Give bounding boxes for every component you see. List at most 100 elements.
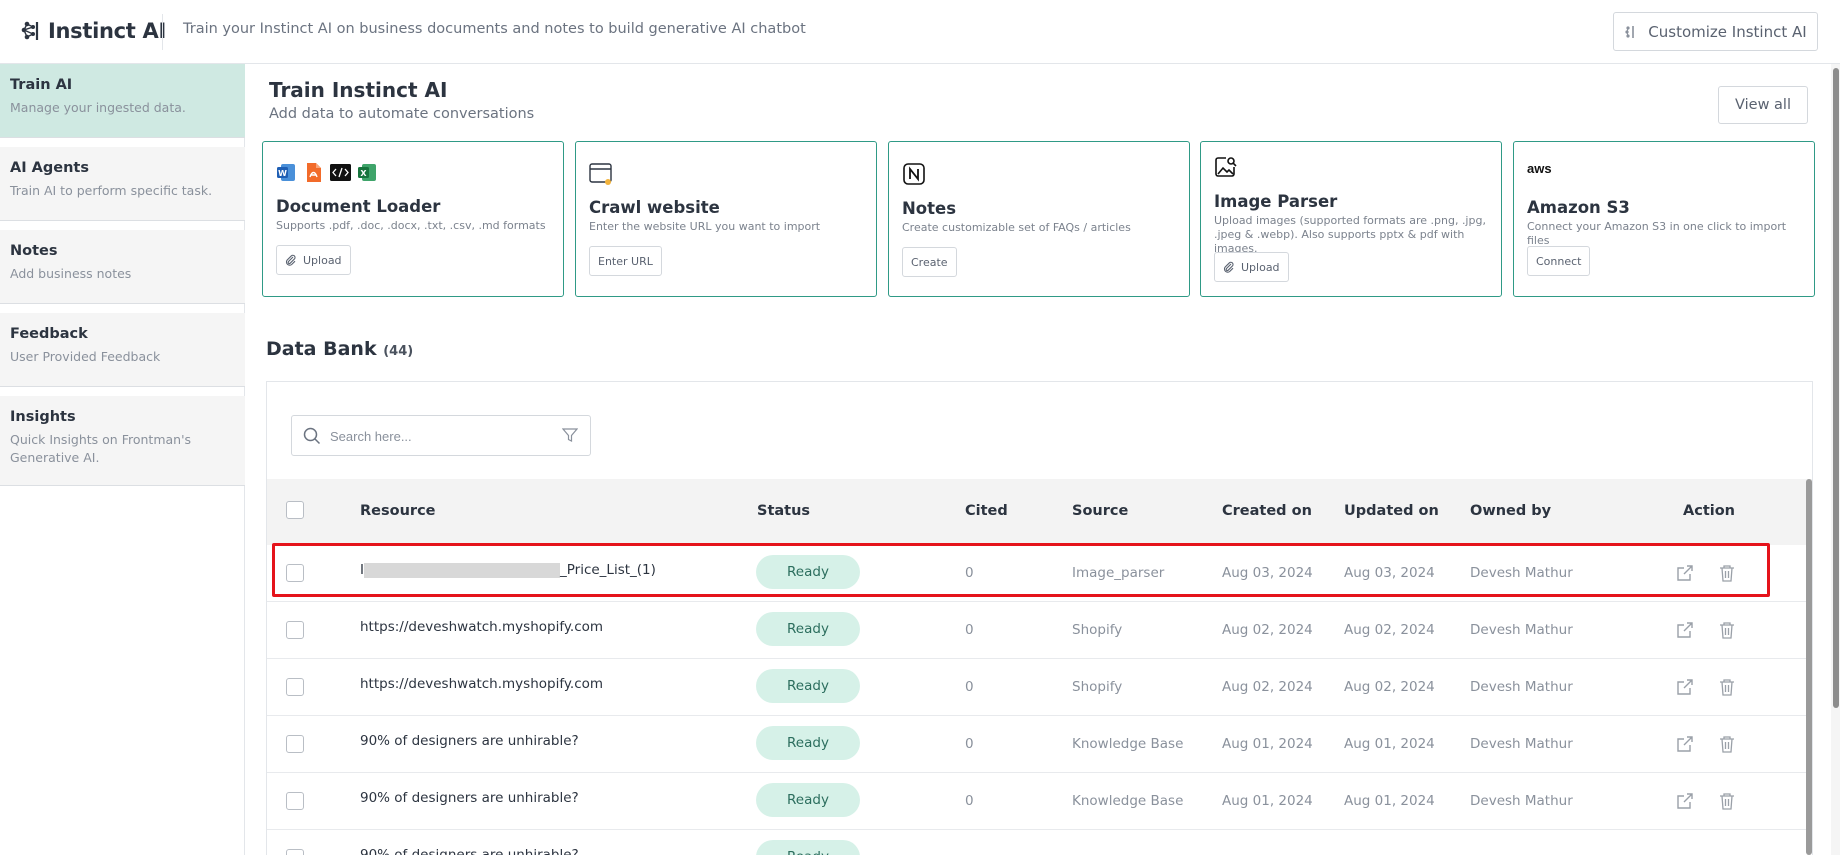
svg-text:W: W <box>278 169 287 178</box>
sidebar-item-title: Train AI <box>10 77 73 93</box>
paperclip-icon <box>285 254 296 266</box>
table-row[interactable]: I _Price_List_(1) Ready 0 Image_parser Au… <box>267 545 1812 602</box>
col-header-created[interactable]: Created on <box>1222 503 1312 519</box>
open-external-icon[interactable] <box>1676 678 1694 696</box>
open-external-icon[interactable] <box>1676 621 1694 639</box>
row-checkbox[interactable] <box>286 792 304 810</box>
table-scrollbar-thumb[interactable] <box>1806 479 1812 855</box>
cited-count: 0 <box>965 736 974 752</box>
sidebar-item-feedback[interactable]: Feedback User Provided Feedback <box>0 313 245 387</box>
resource-name[interactable]: I _Price_List_(1) <box>360 562 656 578</box>
select-all-checkbox[interactable] <box>286 501 304 519</box>
resource-name[interactable]: 90% of designers are unhirable? <box>360 847 579 855</box>
row-checkbox[interactable] <box>286 564 304 582</box>
row-checkbox[interactable] <box>286 621 304 639</box>
table-row[interactable]: 90% of designers are unhirable? Ready 0 … <box>267 773 1812 830</box>
resource-name[interactable]: 90% of designers are unhirable? <box>360 733 579 749</box>
notion-icon <box>903 163 925 185</box>
card-title: Crawl website <box>589 198 720 217</box>
updated-date: Aug 02, 2024 <box>1344 679 1435 695</box>
sidebar-item-subtitle: Quick Insights on Frontman's Generative … <box>10 432 192 465</box>
row-checkbox[interactable] <box>286 849 304 855</box>
search-input[interactable] <box>330 425 550 447</box>
document-loader-card[interactable]: W X Document Loader Supports .pdf, .doc,… <box>262 141 564 297</box>
app-header: Instinct AI Train your Instinct AI on bu… <box>0 0 1840 64</box>
search-box[interactable] <box>291 415 591 456</box>
connect-button[interactable]: Connect <box>1527 246 1591 276</box>
col-header-resource[interactable]: Resource <box>360 503 436 519</box>
image-parser-card[interactable]: Image Parser Upload images (supported fo… <box>1200 141 1502 297</box>
card-title: Document Loader <box>276 197 441 216</box>
col-header-updated[interactable]: Updated on <box>1344 503 1439 519</box>
open-external-icon[interactable] <box>1676 735 1694 753</box>
amazon-s3-card[interactable]: aws Amazon S3 Connect your Amazon S3 in … <box>1513 141 1815 297</box>
resource-name[interactable]: https://deveshwatch.myshopify.com <box>360 619 603 635</box>
table-row[interactable]: 90% of designers are unhirable? Ready <box>267 830 1812 855</box>
card-description: Create customizable set of FAQs / articl… <box>902 221 1131 234</box>
status-badge: Ready <box>756 612 860 646</box>
delete-icon[interactable] <box>1719 564 1735 582</box>
col-header-action: Action <box>1683 503 1736 519</box>
view-all-button[interactable]: View all <box>1718 86 1808 124</box>
code-icon <box>330 164 351 181</box>
page-scrollbar-thumb[interactable] <box>1833 68 1839 708</box>
delete-icon[interactable] <box>1719 735 1735 753</box>
status-badge: Ready <box>756 555 860 589</box>
owner-name: Devesh Mathur <box>1470 679 1573 695</box>
resource-name[interactable]: 90% of designers are unhirable? <box>360 790 579 806</box>
card-title: Amazon S3 <box>1527 198 1630 217</box>
cited-count: 0 <box>965 679 974 695</box>
excel-icon: X <box>358 164 376 181</box>
open-external-icon[interactable] <box>1676 564 1694 582</box>
file-type-icons: W X <box>276 162 378 183</box>
customize-button[interactable]: Customize Instinct AI <box>1613 12 1818 51</box>
enter-url-button[interactable]: Enter URL <box>589 246 662 276</box>
source-value: Shopify <box>1072 679 1123 695</box>
document-upload-button[interactable]: Upload <box>276 245 351 275</box>
delete-icon[interactable] <box>1719 792 1735 810</box>
sidebar-item-insights[interactable]: Insights Quick Insights on Frontman's Ge… <box>0 396 245 486</box>
app-logo[interactable]: Instinct AI <box>18 18 166 44</box>
sidebar: Train AI Manage your ingested data. AI A… <box>0 64 245 855</box>
image-upload-button[interactable]: Upload <box>1214 252 1289 282</box>
create-note-button[interactable]: Create <box>902 247 957 277</box>
sidebar-item-subtitle: User Provided Feedback <box>10 349 161 364</box>
table-row[interactable]: https://deveshwatch.myshopify.com Ready … <box>267 602 1812 659</box>
page-title: Train Instinct AI <box>269 78 448 102</box>
delete-icon[interactable] <box>1719 678 1735 696</box>
search-icon <box>303 427 321 445</box>
col-header-owner[interactable]: Owned by <box>1470 503 1551 519</box>
sidebar-item-train-ai[interactable]: Train AI Manage your ingested data. <box>0 64 245 138</box>
created-date: Aug 01, 2024 <box>1222 793 1313 809</box>
col-header-cited[interactable]: Cited <box>965 503 1008 519</box>
sidebar-item-notes[interactable]: Notes Add business notes <box>0 230 245 304</box>
card-title: Notes <box>902 199 957 218</box>
sidebar-item-title: AI Agents <box>10 160 89 176</box>
source-value: Knowledge Base <box>1072 793 1184 809</box>
delete-icon[interactable] <box>1719 621 1735 639</box>
filter-icon[interactable] <box>562 427 578 443</box>
page-subtitle: Add data to automate conversations <box>269 106 535 122</box>
customize-label: Customize Instinct AI <box>1648 22 1807 41</box>
databank-panel: Resource Status Cited Source Created on … <box>266 381 1813 855</box>
created-date: Aug 02, 2024 <box>1222 679 1313 695</box>
cited-count: 0 <box>965 622 974 638</box>
notes-card[interactable]: Notes Create customizable set of FAQs / … <box>888 141 1190 297</box>
row-checkbox[interactable] <box>286 678 304 696</box>
resource-name[interactable]: https://deveshwatch.myshopify.com <box>360 676 603 692</box>
source-value: Knowledge Base <box>1072 736 1184 752</box>
card-description: Upload images (supported formats are .pn… <box>1214 214 1486 255</box>
connect-label: Connect <box>1536 254 1582 268</box>
col-header-source[interactable]: Source <box>1072 503 1128 519</box>
col-header-status[interactable]: Status <box>757 503 810 519</box>
row-checkbox[interactable] <box>286 735 304 753</box>
table-row[interactable]: https://deveshwatch.myshopify.com Ready … <box>267 659 1812 716</box>
card-description: Supports .pdf, .doc, .docx, .txt, .csv, … <box>276 219 546 232</box>
header-tagline: Train your Instinct AI on business docum… <box>183 21 806 37</box>
table-row[interactable]: 90% of designers are unhirable? Ready 0 … <box>267 716 1812 773</box>
open-external-icon[interactable] <box>1676 792 1694 810</box>
status-badge: Ready <box>756 840 860 855</box>
sidebar-item-ai-agents[interactable]: AI Agents Train AI to perform specific t… <box>0 147 245 221</box>
crawl-website-card[interactable]: Crawl website Enter the website URL you … <box>575 141 877 297</box>
updated-date: Aug 01, 2024 <box>1344 736 1435 752</box>
